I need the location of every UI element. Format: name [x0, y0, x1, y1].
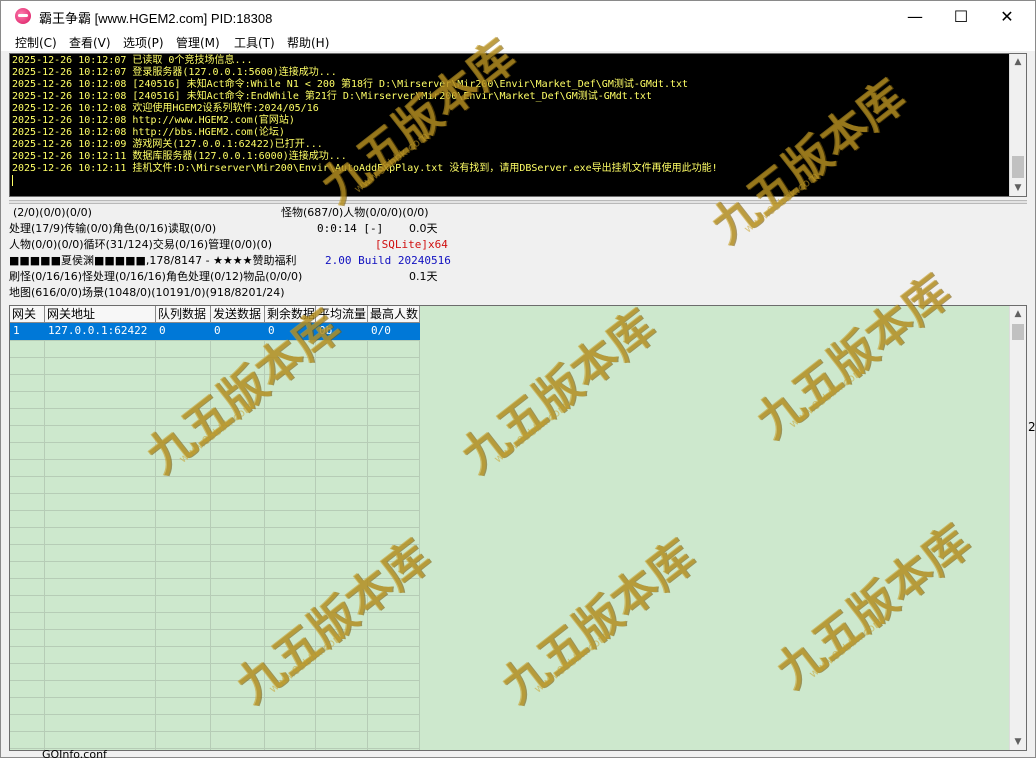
status-build: 2.00 Build 20240516: [325, 254, 451, 267]
menu-tools[interactable]: 工具(T): [234, 34, 275, 51]
log-line: 2025-12-26 10:12:07 已读取 0个竞技场信息...: [12, 55, 253, 66]
table-cell: 1: [13, 324, 20, 337]
scroll-up-icon[interactable]: ▲: [1010, 306, 1026, 322]
col-header-queue[interactable]: 队列数据: [156, 306, 211, 323]
table-scroll-thumb[interactable]: [1012, 324, 1024, 340]
scroll-down-icon[interactable]: ▼: [1010, 180, 1026, 196]
status-row5-right: 0.1天: [409, 270, 438, 283]
col-header-gateway[interactable]: 网关: [10, 306, 45, 323]
status-row2-left: 处理(17/9)传输(0/0)角色(0/16)读取(0/0): [9, 222, 217, 235]
log-scroll-thumb[interactable]: [1012, 156, 1024, 178]
gateway-table[interactable]: 网关 网关地址 队列数据 发送数据 剩余数据 平均流量 最高人数 1 127.0…: [9, 305, 1027, 751]
menu-view[interactable]: 查看(V): [69, 34, 111, 51]
menu-help[interactable]: 帮助(H): [287, 34, 329, 51]
log-cursor-line: [12, 175, 1008, 187]
table-cell: 127.0.0.1:62422: [48, 324, 148, 337]
menu-options[interactable]: 选项(P): [123, 34, 164, 51]
minimize-button[interactable]: —: [892, 1, 938, 31]
log-line: 2025-12-26 10:12:11 数据库服务器(127.0.0.1:600…: [12, 151, 347, 162]
log-line: 2025-12-26 10:12:08 [240516] 未知Act命令:End…: [12, 91, 652, 102]
table-cell: 0: [268, 324, 275, 337]
close-button[interactable]: ✕: [984, 1, 1030, 31]
log-line: 2025-12-26 10:12:08 http://www.HGEM2.com…: [12, 115, 295, 126]
log-console[interactable]: 2025-12-26 10:12:07 已读取 0个竞技场信息... 2025-…: [9, 53, 1027, 197]
menu-manage[interactable]: 管理(M): [176, 34, 220, 51]
log-line: 2025-12-26 10:12:11 挂机文件:D:\Mirserver\Mi…: [12, 163, 718, 174]
status-row6-left: 地图(616/0/0)场景(1048/0)(10191/0)(918/8201/…: [9, 286, 285, 299]
main-window: 霸王争霸 [www.HGEM2.com] PID:18308 — ☐ ✕ 控制(…: [0, 0, 1036, 758]
status-row1-right: 怪物(687/0)人物(0/0/0)(0/0): [281, 206, 429, 219]
col-header-avg-traffic[interactable]: 平均流量: [316, 306, 368, 323]
scroll-down-icon[interactable]: ▼: [1010, 734, 1026, 750]
status-uptime: 0:0:14 [-]: [317, 222, 384, 235]
log-line: 2025-12-26 10:12:09 游戏网关(127.0.0.1:62422…: [12, 139, 323, 150]
status-row5-left: 刷怪(0/16/16)怪处理(0/16/16)角色处理(0/12)物品(0/0/…: [9, 270, 303, 283]
text-caret: [12, 175, 13, 186]
table-cell: 0: [159, 324, 166, 337]
col-header-remaining[interactable]: 剩余数据: [265, 306, 316, 323]
grid-lines: [10, 323, 420, 750]
log-scrollbar[interactable]: ▲ ▼: [1009, 54, 1026, 196]
status-panel: (2/0)(0/0)(0/0) 怪物(687/0)人物(0/0/0)(0/0) …: [9, 205, 451, 301]
status-db-type: [SQLite]x64: [375, 238, 448, 251]
status-row1-left: (2/0)(0/0)(0/0): [13, 206, 92, 219]
status-row4-left: ■■■■■夏侯渊■■■■■,178/8147 - ★★★★赞助福利: [9, 254, 297, 267]
title-bar[interactable]: 霸王争霸 [www.HGEM2.com] PID:18308 — ☐ ✕: [1, 1, 1035, 31]
scroll-up-icon[interactable]: ▲: [1010, 54, 1026, 70]
col-header-max-users[interactable]: 最高人数: [368, 306, 420, 323]
log-line: 2025-12-26 10:12:08 http://bbs.HGEM2.com…: [12, 127, 285, 138]
log-line: 2025-12-26 10:12:07 登录服务器(127.0.0.1:5600…: [12, 67, 337, 78]
splitter[interactable]: [9, 200, 1027, 204]
menu-bar: 控制(C) 查看(V) 选项(P) 管理(M) 工具(T) 帮助(H): [1, 31, 1035, 51]
app-icon: [15, 8, 31, 24]
col-header-sent[interactable]: 发送数据: [211, 306, 265, 323]
col-header-address[interactable]: 网关地址: [45, 306, 156, 323]
table-cell: 0b: [319, 324, 333, 337]
status-row2-right: 0.0天: [409, 222, 438, 235]
background-edge-char: 2: [1028, 420, 1036, 434]
log-lines: 2025-12-26 10:12:07 已读取 0个竞技场信息... 2025-…: [12, 55, 1008, 187]
log-line: 2025-12-26 10:12:08 [240516] 未知Act命令:Whi…: [12, 79, 689, 90]
log-line: 2025-12-26 10:12:08 欢迎使用HGEM2设系列软件:2024/…: [12, 103, 319, 114]
background-file-label: GOInfo.conf: [42, 748, 107, 761]
maximize-button[interactable]: ☐: [938, 1, 984, 31]
table-cell: 0/0: [371, 324, 391, 337]
table-scrollbar[interactable]: ▲ ▼: [1009, 306, 1026, 750]
status-row3-left: 人物(0/0)(0/0)循环(31/124)交易(0/16)管理(0/0)(0): [9, 238, 273, 251]
table-cell: 0: [214, 324, 221, 337]
menu-control[interactable]: 控制(C): [15, 34, 57, 51]
window-title: 霸王争霸 [www.HGEM2.com] PID:18308: [39, 11, 273, 26]
